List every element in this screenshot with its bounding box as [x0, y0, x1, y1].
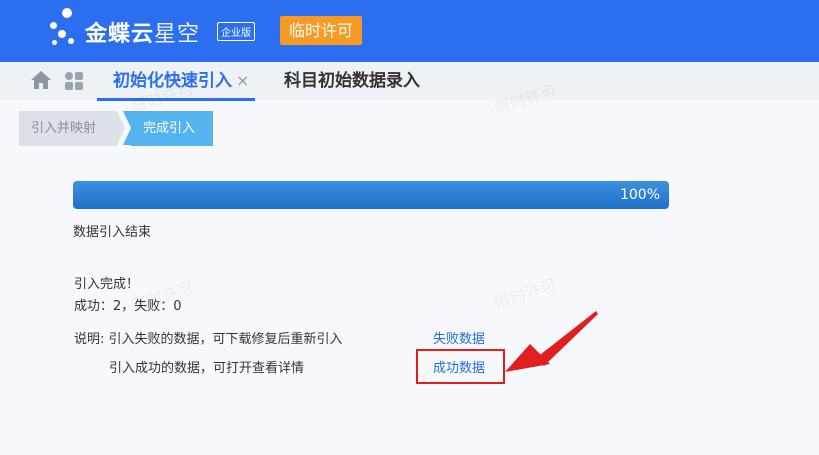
logo-icon	[50, 8, 80, 54]
brand-sub: 星空	[154, 22, 201, 47]
import-status-text: 数据引入结束	[73, 225, 152, 240]
result-counts: 成功：2，失败：0	[74, 299, 182, 314]
tab-bar: 初始化快速引入 × 科目初始数据录入	[0, 62, 819, 101]
failed-data-note: 说明: 引入失败的数据，可下载修复后重新引入	[74, 332, 343, 347]
step-notch	[123, 111, 131, 145]
step-import-and-map: 引入并映射	[19, 111, 117, 146]
apps-grid-icon[interactable]	[64, 71, 84, 91]
failed-data-link[interactable]: 失败数据	[433, 328, 485, 347]
progress-bar: 100%	[73, 181, 669, 209]
tab-account-initial-data[interactable]: 科目初始数据录入	[284, 62, 420, 100]
edition-badge: 企业版	[217, 22, 255, 41]
home-icon[interactable]	[30, 70, 52, 90]
brand-main: 金蝶云	[85, 22, 155, 47]
close-icon[interactable]: ×	[236, 71, 249, 90]
top-header: 金蝶云星空 企业版 临时许可	[0, 0, 819, 62]
progress-label: 100%	[619, 187, 660, 203]
watermark: 限时许可	[492, 274, 559, 313]
license-button[interactable]: 临时许可	[280, 16, 362, 45]
annotation-arrow-icon	[505, 311, 598, 372]
success-data-note: 引入成功的数据，可打开查看详情	[109, 361, 305, 376]
progress-fill	[73, 181, 669, 209]
step-complete-import: 完成引入	[131, 111, 213, 146]
brand-logo-text: 金蝶云星空	[85, 16, 200, 48]
result-title: 引入完成！	[74, 277, 140, 292]
annotation-highlight-box	[416, 349, 505, 384]
